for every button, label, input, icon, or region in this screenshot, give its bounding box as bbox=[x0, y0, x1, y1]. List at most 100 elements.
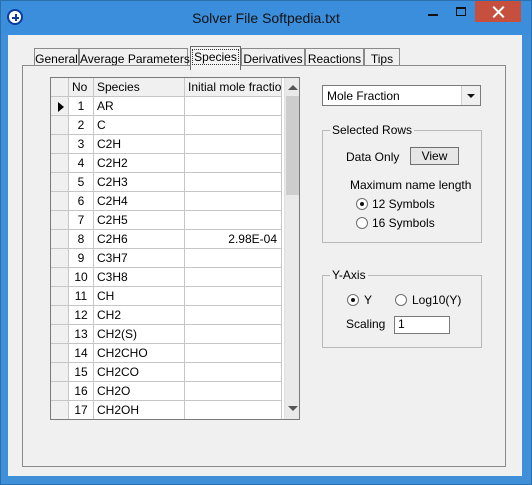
radio-12-symbols[interactable] bbox=[356, 198, 368, 210]
table-row[interactable]: 3 C2H bbox=[51, 135, 283, 154]
row-selector[interactable] bbox=[51, 382, 69, 401]
row-selector[interactable] bbox=[51, 306, 69, 325]
row-selector[interactable] bbox=[51, 135, 69, 154]
species-name[interactable]: C2H bbox=[94, 135, 185, 154]
species-name[interactable]: C bbox=[94, 116, 185, 135]
species-name[interactable]: CH2 bbox=[94, 306, 185, 325]
chevron-down-icon[interactable] bbox=[461, 86, 480, 105]
row-number[interactable]: 14 bbox=[69, 344, 94, 363]
row-number[interactable]: 12 bbox=[69, 306, 94, 325]
species-name[interactable]: C2H3 bbox=[94, 173, 185, 192]
row-selector[interactable] bbox=[51, 249, 69, 268]
species-name[interactable]: CH2(S) bbox=[94, 325, 185, 344]
initial-mole-fraction[interactable] bbox=[185, 268, 282, 287]
table-row[interactable]: 10 C3H8 bbox=[51, 268, 283, 287]
table-row[interactable]: 6 C2H4 bbox=[51, 192, 283, 211]
row-number[interactable]: 6 bbox=[69, 192, 94, 211]
initial-mole-fraction[interactable] bbox=[185, 135, 282, 154]
row-selector[interactable] bbox=[51, 287, 69, 306]
row-selector[interactable] bbox=[51, 154, 69, 173]
row-selector[interactable] bbox=[51, 230, 69, 249]
species-name[interactable]: C3H8 bbox=[94, 268, 185, 287]
row-number[interactable]: 10 bbox=[69, 268, 94, 287]
row-number[interactable]: 16 bbox=[69, 382, 94, 401]
header-species[interactable]: Species bbox=[94, 78, 185, 97]
initial-mole-fraction[interactable] bbox=[185, 192, 282, 211]
initial-mole-fraction[interactable]: 2.98E-04 bbox=[185, 230, 282, 249]
row-number[interactable]: 13 bbox=[69, 325, 94, 344]
maximize-button[interactable] bbox=[447, 1, 475, 23]
table-row[interactable]: 1 AR bbox=[51, 97, 283, 116]
row-selector[interactable] bbox=[51, 363, 69, 382]
table-row[interactable]: 11 CH bbox=[51, 287, 283, 306]
header-fraction[interactable]: Initial mole fraction bbox=[185, 78, 282, 97]
row-selector[interactable] bbox=[51, 173, 69, 192]
row-selector[interactable] bbox=[51, 192, 69, 211]
minimize-button[interactable] bbox=[419, 1, 447, 23]
row-selector[interactable] bbox=[51, 97, 69, 116]
radio-y-label[interactable]: Y bbox=[364, 293, 372, 307]
row-number[interactable]: 8 bbox=[69, 230, 94, 249]
row-number[interactable]: 9 bbox=[69, 249, 94, 268]
row-number[interactable]: 1 bbox=[69, 97, 94, 116]
initial-mole-fraction[interactable] bbox=[185, 173, 282, 192]
table-row[interactable]: 16 CH2O bbox=[51, 382, 283, 401]
initial-mole-fraction[interactable] bbox=[185, 97, 282, 116]
initial-mole-fraction[interactable] bbox=[185, 306, 282, 325]
table-row[interactable]: 13 CH2(S) bbox=[51, 325, 283, 344]
initial-mole-fraction[interactable] bbox=[185, 154, 282, 173]
species-name[interactable]: C2H5 bbox=[94, 211, 185, 230]
radio-y[interactable] bbox=[347, 294, 359, 306]
initial-mole-fraction[interactable] bbox=[185, 344, 282, 363]
initial-mole-fraction[interactable] bbox=[185, 116, 282, 135]
radio-12-symbols-label[interactable]: 12 Symbols bbox=[372, 197, 435, 211]
scroll-down-arrow-icon[interactable] bbox=[288, 406, 298, 411]
species-name[interactable]: AR bbox=[94, 97, 185, 116]
scroll-up-arrow-icon[interactable] bbox=[288, 85, 298, 90]
row-selector[interactable] bbox=[51, 211, 69, 230]
grid-scrollbar[interactable] bbox=[284, 78, 299, 419]
table-row[interactable]: 15 CH2CO bbox=[51, 363, 283, 382]
row-number[interactable]: 2 bbox=[69, 116, 94, 135]
view-button[interactable]: View bbox=[410, 147, 459, 165]
species-name[interactable]: C2H6 bbox=[94, 230, 185, 249]
table-row[interactable]: 12 CH2 bbox=[51, 306, 283, 325]
radio-log10y-label[interactable]: Log10(Y) bbox=[412, 293, 461, 307]
table-row[interactable]: 7 C2H5 bbox=[51, 211, 283, 230]
table-row[interactable]: 14 CH2CHO bbox=[51, 344, 283, 363]
row-number[interactable]: 7 bbox=[69, 211, 94, 230]
species-name[interactable]: C2H4 bbox=[94, 192, 185, 211]
initial-mole-fraction[interactable] bbox=[185, 325, 282, 344]
close-button[interactable] bbox=[475, 1, 521, 22]
radio-16-symbols-label[interactable]: 16 Symbols bbox=[372, 216, 435, 230]
species-grid[interactable]: No Species Initial mole fraction 1 AR 2 C 3 C… bbox=[50, 77, 300, 420]
initial-mole-fraction[interactable] bbox=[185, 249, 282, 268]
mode-select[interactable]: Mole Fraction bbox=[322, 85, 481, 106]
species-name[interactable]: C2H2 bbox=[94, 154, 185, 173]
table-row[interactable]: 4 C2H2 bbox=[51, 154, 283, 173]
row-selector[interactable] bbox=[51, 344, 69, 363]
initial-mole-fraction[interactable] bbox=[185, 401, 282, 419]
initial-mole-fraction[interactable] bbox=[185, 382, 282, 401]
title-bar[interactable]: Solver File Softpedia.txt bbox=[1, 1, 531, 35]
row-number[interactable]: 4 bbox=[69, 154, 94, 173]
row-number[interactable]: 3 bbox=[69, 135, 94, 154]
row-number[interactable]: 17 bbox=[69, 401, 94, 419]
radio-16-symbols[interactable] bbox=[356, 217, 368, 229]
initial-mole-fraction[interactable] bbox=[185, 363, 282, 382]
scroll-thumb[interactable] bbox=[286, 96, 299, 195]
table-row[interactable]: 17 CH2OH bbox=[51, 401, 283, 419]
header-no[interactable]: No bbox=[69, 78, 94, 97]
species-name[interactable]: CH2CO bbox=[94, 363, 185, 382]
species-name[interactable]: C3H7 bbox=[94, 249, 185, 268]
species-name[interactable]: CH2O bbox=[94, 382, 185, 401]
table-row[interactable]: 5 C2H3 bbox=[51, 173, 283, 192]
scaling-input[interactable]: 1 bbox=[394, 316, 450, 334]
row-selector[interactable] bbox=[51, 116, 69, 135]
radio-log10y[interactable] bbox=[395, 294, 407, 306]
table-row[interactable]: 9 C3H7 bbox=[51, 249, 283, 268]
row-selector[interactable] bbox=[51, 401, 69, 419]
species-name[interactable]: CH bbox=[94, 287, 185, 306]
initial-mole-fraction[interactable] bbox=[185, 211, 282, 230]
species-name[interactable]: CH2OH bbox=[94, 401, 185, 419]
